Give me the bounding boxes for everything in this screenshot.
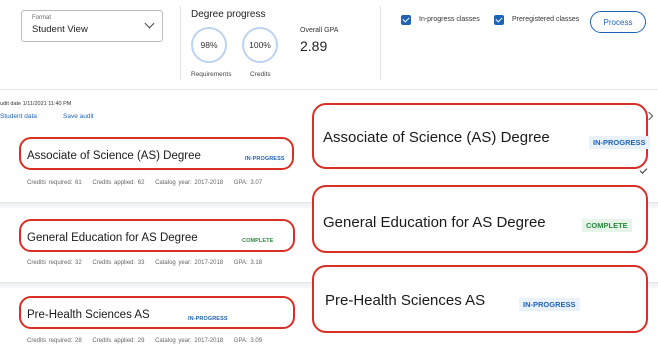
requirements-label: Requirements bbox=[191, 71, 232, 78]
credits-progress-ring: 100% bbox=[242, 27, 278, 63]
credits-applied: Credits applied: 62 bbox=[92, 180, 145, 186]
degree-title: Associate of Science (AS) Degree bbox=[27, 150, 201, 162]
audit-date: udit date 1/11/2021 11:40 PM bbox=[0, 101, 72, 107]
credits-applied: Credits applied: 33 bbox=[92, 260, 145, 266]
gpa: GPA: 3.18 bbox=[233, 260, 263, 266]
check-icon bbox=[639, 166, 648, 174]
divider bbox=[180, 6, 181, 80]
callout-status-badge: COMPLETE bbox=[582, 219, 632, 232]
status-badge: IN-PROGRESS bbox=[188, 316, 228, 322]
save-audit-link[interactable]: Save audit bbox=[63, 113, 94, 120]
student-data-link[interactable]: Student data bbox=[0, 113, 37, 120]
format-label: Format bbox=[32, 15, 52, 21]
degree-progress-header: Format Student View Degree progress 98% … bbox=[0, 0, 658, 90]
in-progress-checkbox[interactable] bbox=[401, 15, 411, 25]
gpa: GPA: 3.07 bbox=[233, 180, 263, 186]
credits-required: Credits required: 61 bbox=[27, 180, 82, 186]
callout-title: Pre-Health Sciences AS bbox=[325, 292, 486, 309]
requirements-progress-ring: 98% bbox=[191, 27, 227, 63]
preregistered-label: Preregistered classes bbox=[512, 16, 580, 23]
degree-meta: Credits required: 32 Credits applied: 33… bbox=[27, 260, 270, 266]
callout-pre-health: Pre-Health Sciences AS IN-PROGRESS bbox=[312, 265, 648, 333]
callout-title: General Education for AS Degree bbox=[323, 214, 546, 231]
chevron-down-icon bbox=[144, 18, 155, 29]
catalog-year: Catalog year: 2017-2018 bbox=[155, 338, 224, 344]
degree-progress-title: Degree progress bbox=[191, 9, 266, 20]
degree-title: General Education for AS Degree bbox=[27, 232, 198, 244]
callout-title: Associate of Science (AS) Degree bbox=[323, 129, 550, 146]
preregistered-checkbox[interactable] bbox=[494, 15, 504, 25]
status-badge: COMPLETE bbox=[242, 238, 274, 244]
credits-required: Credits required: 32 bbox=[27, 260, 82, 266]
credits-applied: Credits applied: 29 bbox=[92, 338, 145, 344]
degree-title: Pre-Health Sciences AS bbox=[27, 309, 150, 321]
catalog-year: Catalog year: 2017-2018 bbox=[155, 180, 224, 186]
status-badge: IN-PROGRESS bbox=[245, 156, 285, 162]
degree-meta: Credits required: 61 Credits applied: 62… bbox=[27, 180, 270, 186]
callout-status-badge: IN-PROGRESS bbox=[589, 136, 650, 149]
divider bbox=[380, 6, 381, 80]
overall-gpa-value: 2.89 bbox=[300, 38, 328, 54]
gpa: GPA: 3.09 bbox=[233, 338, 263, 344]
callout-general-education: General Education for AS Degree COMPLETE bbox=[312, 185, 648, 253]
degree-meta: Credits required: 28 Credits applied: 29… bbox=[27, 338, 270, 344]
format-value: Student View bbox=[32, 24, 88, 35]
format-select[interactable]: Format Student View bbox=[21, 10, 163, 42]
credits-label: Credits bbox=[250, 71, 271, 78]
catalog-year: Catalog year: 2017-2018 bbox=[155, 260, 224, 266]
overall-gpa-label: Overall GPA bbox=[300, 27, 339, 34]
credits-required: Credits required: 28 bbox=[27, 338, 82, 344]
in-progress-label: In-progress classes bbox=[419, 16, 480, 23]
process-button[interactable]: Process bbox=[590, 11, 646, 33]
callout-associate: Associate of Science (AS) Degree IN-PROG… bbox=[312, 103, 650, 169]
callout-status-badge: IN-PROGRESS bbox=[519, 298, 580, 311]
